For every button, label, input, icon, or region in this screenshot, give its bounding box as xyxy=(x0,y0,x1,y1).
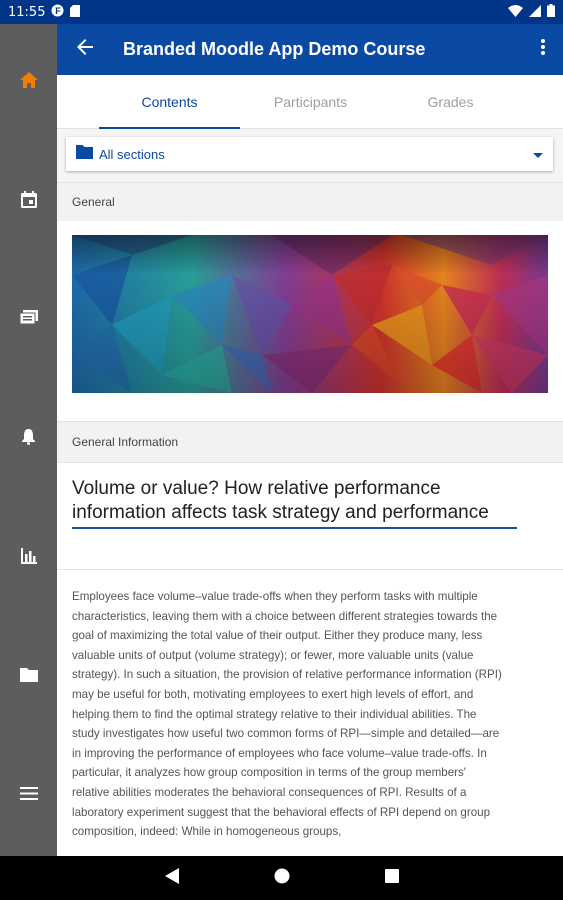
home-icon xyxy=(19,71,38,93)
sidebar-item-menu[interactable] xyxy=(0,776,57,816)
recents-square-icon[interactable] xyxy=(384,868,399,888)
sidebar-item-grades[interactable] xyxy=(0,538,57,578)
status-bar: 11:55 F xyxy=(0,0,563,24)
tab-grades[interactable]: Grades xyxy=(380,75,521,129)
article-module: Volume or value? How relative performanc… xyxy=(57,463,563,856)
folder-icon xyxy=(76,144,93,164)
sidebar-item-calendar[interactable] xyxy=(0,182,57,222)
section-header-general: General xyxy=(57,182,563,222)
sidebar-item-notifications[interactable] xyxy=(0,419,57,459)
bell-icon xyxy=(21,428,36,450)
wifi-icon xyxy=(508,4,523,20)
tab-contents[interactable]: Contents xyxy=(99,75,240,129)
sidebar-item-home[interactable] xyxy=(0,62,57,102)
folder-icon xyxy=(19,667,38,687)
side-menu xyxy=(0,24,57,856)
back-button[interactable] xyxy=(57,24,113,75)
calendar-icon xyxy=(20,191,37,213)
course-banner-image xyxy=(72,235,548,393)
status-time: 11:55 xyxy=(8,4,46,20)
sidebar-item-messages[interactable] xyxy=(0,300,57,340)
article-body: Employees face volume–value trade-offs w… xyxy=(72,590,502,839)
svg-text:F: F xyxy=(56,6,62,16)
hamburger-menu-icon xyxy=(19,787,38,805)
bar-chart-icon xyxy=(20,547,37,569)
section-selector[interactable]: All sections xyxy=(66,137,553,171)
arrow-back-icon xyxy=(77,39,93,60)
article-title: Volume or value? How relative performanc… xyxy=(72,477,517,529)
battery-icon xyxy=(547,4,555,20)
course-tabs: Contents Participants Grades xyxy=(57,75,563,129)
more-vert-icon xyxy=(541,39,545,60)
divider xyxy=(57,569,563,570)
tab-participants[interactable]: Participants xyxy=(240,75,381,129)
sidebar-item-files[interactable] xyxy=(0,657,57,697)
page-title: Branded Moodle App Demo Course xyxy=(123,39,426,59)
section-selector-label: All sections xyxy=(99,146,165,162)
f-app-icon: F xyxy=(51,4,64,20)
home-circle-icon[interactable] xyxy=(274,868,290,889)
section-header-general-information: General Information xyxy=(57,421,563,463)
signal-icon xyxy=(529,4,541,20)
section-title: General Information xyxy=(72,435,179,449)
banner-container xyxy=(57,221,563,421)
chevron-down-icon xyxy=(533,145,543,163)
section-title: General xyxy=(72,195,115,209)
sim-card-icon xyxy=(70,4,81,20)
messages-icon xyxy=(19,309,38,331)
system-navigation-bar xyxy=(0,856,563,900)
back-triangle-icon[interactable] xyxy=(164,867,179,889)
app-bar: Branded Moodle App Demo Course xyxy=(57,24,563,75)
more-options-button[interactable] xyxy=(523,24,563,75)
course-contents: All sections General General Information… xyxy=(57,129,563,856)
